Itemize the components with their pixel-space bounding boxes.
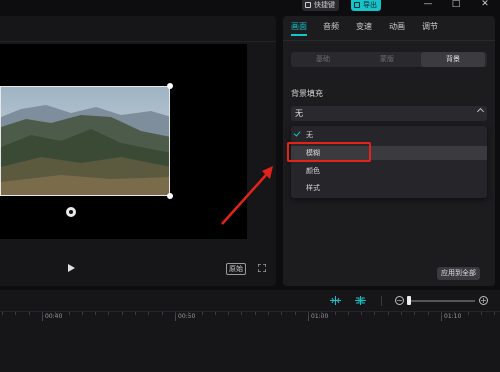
timeline-minor-tick: [281, 312, 282, 315]
zoom-slider[interactable]: [409, 300, 475, 302]
video-frame[interactable]: [0, 86, 170, 196]
minimize-button[interactable]: —: [422, 0, 434, 11]
fullscreen-icon[interactable]: [258, 264, 266, 272]
player-header: [0, 16, 276, 42]
timeline-tick-label: 00:40: [45, 313, 63, 320]
snap-icon[interactable]: [330, 296, 341, 305]
timeline-tick-label: 01:00: [311, 313, 329, 320]
timeline-minor-tick: [108, 312, 109, 315]
timeline-minor-tick: [268, 312, 269, 315]
timeline-minor-tick: [135, 312, 136, 315]
timeline-minor-tick: [255, 312, 256, 315]
timeline-minor-tick: [321, 312, 322, 315]
close-button[interactable]: ✕: [479, 0, 491, 11]
keyboard-icon: [305, 2, 311, 8]
timeline-minor-tick: [215, 312, 216, 315]
timeline-minor-tick: [335, 312, 336, 315]
timeline-minor-tick: [241, 312, 242, 315]
timeline-minor-tick: [348, 312, 349, 315]
export-button[interactable]: 导出: [351, 0, 381, 11]
timeline-minor-tick: [295, 312, 296, 315]
highlight-annotation: [287, 142, 371, 162]
apply-to-all-button[interactable]: 应用到全部: [437, 267, 480, 280]
subtab-basic[interactable]: 基础: [291, 52, 355, 67]
timeline-tick-label: 00:50: [178, 313, 196, 320]
export-label: 导出: [363, 1, 377, 9]
timeline-minor-tick: [42, 312, 43, 315]
timeline-minor-tick: [162, 312, 163, 315]
timeline-minor-tick: [175, 312, 176, 315]
timeline-minor-tick: [454, 312, 455, 315]
play-icon[interactable]: [68, 264, 75, 272]
timeline-minor-tick: [188, 312, 189, 315]
export-icon: [354, 2, 360, 8]
timeline-minor-tick: [308, 312, 309, 315]
option-style[interactable]: 样式: [291, 181, 487, 195]
timeline-minor-tick: [15, 312, 16, 315]
timeline-minor-tick: [428, 312, 429, 315]
timeline-minor-tick: [55, 312, 56, 315]
zoom-out-icon[interactable]: −: [395, 296, 404, 305]
timeline-minor-tick: [82, 312, 83, 315]
divider: [283, 40, 495, 41]
shortcut-button[interactable]: 快捷键: [302, 0, 339, 11]
subtab-mask[interactable]: 蒙版: [355, 52, 419, 67]
zoom-slider-handle[interactable]: [407, 296, 411, 305]
active-tab-indicator: [291, 34, 307, 36]
timeline-minor-tick: [148, 312, 149, 315]
timeline-minor-tick: [2, 312, 3, 315]
background-fill-label: 背景填充: [291, 89, 323, 98]
select-value: 无: [295, 109, 303, 118]
timeline-minor-tick: [468, 312, 469, 315]
timeline-minor-tick: [388, 312, 389, 315]
timeline-minor-tick: [228, 312, 229, 315]
timeline-minor-tick: [122, 312, 123, 315]
timeline-minor-tick: [95, 312, 96, 315]
maximize-button[interactable]: □: [450, 0, 462, 11]
timeline-minor-tick: [361, 312, 362, 315]
timeline-minor-tick: [69, 312, 70, 315]
timeline-minor-tick: [414, 312, 415, 315]
timeline-minor-tick: [29, 312, 30, 315]
shortcut-label: 快捷键: [314, 1, 335, 9]
timeline-minor-tick: [441, 312, 442, 315]
zoom-in-icon[interactable]: +: [479, 296, 488, 305]
aspect-ratio-button[interactable]: 原始: [226, 263, 246, 275]
background-fill-select[interactable]: [291, 106, 487, 121]
timeline-minor-tick: [401, 312, 402, 315]
tab-audio[interactable]: 音频: [323, 21, 339, 33]
resize-handle-bottom-right[interactable]: [167, 193, 173, 199]
tab-adjust[interactable]: 调节: [422, 21, 438, 33]
subtab-background[interactable]: 背景: [421, 52, 485, 67]
option-color[interactable]: 颜色: [291, 164, 487, 178]
rotate-icon[interactable]: [66, 207, 76, 217]
timeline-minor-tick: [481, 312, 482, 315]
timeline-minor-tick: [202, 312, 203, 315]
toolbar-divider: [381, 296, 382, 306]
tab-animation[interactable]: 动画: [389, 21, 405, 33]
timeline-minor-tick: [374, 312, 375, 315]
option-none[interactable]: 无: [291, 128, 487, 142]
timeline-minor-tick: [494, 312, 495, 315]
tab-picture[interactable]: 画面: [291, 21, 307, 33]
timeline-tick-label: 01:10: [444, 313, 462, 320]
link-icon[interactable]: [355, 296, 366, 305]
mountain-landscape-image: [1, 87, 169, 195]
resize-handle-top-right[interactable]: [167, 83, 173, 89]
tab-speed[interactable]: 变速: [356, 21, 372, 33]
